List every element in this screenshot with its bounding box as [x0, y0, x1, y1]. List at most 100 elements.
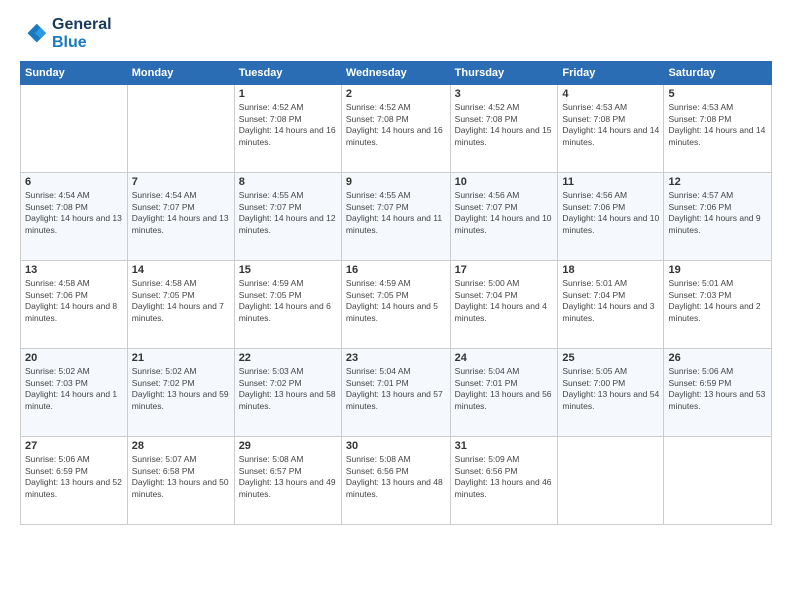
day-number: 5 [668, 88, 767, 100]
calendar-cell: 24 Sunrise: 5:04 AM Sunset: 7:01 PM Dayli… [450, 349, 558, 437]
day-info: Sunrise: 4:56 AM Sunset: 7:06 PM Dayligh… [562, 190, 659, 236]
calendar-cell [127, 85, 234, 173]
weekday-header-wednesday: Wednesday [341, 62, 450, 85]
day-number: 8 [239, 176, 337, 188]
day-info: Sunrise: 4:53 AM Sunset: 7:08 PM Dayligh… [668, 102, 767, 148]
day-info: Sunrise: 5:01 AM Sunset: 7:03 PM Dayligh… [668, 278, 767, 324]
day-info: Sunrise: 5:05 AM Sunset: 7:00 PM Dayligh… [562, 366, 659, 412]
day-info: Sunrise: 5:03 AM Sunset: 7:02 PM Dayligh… [239, 366, 337, 412]
week-row-1: 1 Sunrise: 4:52 AM Sunset: 7:08 PM Daylig… [21, 85, 772, 173]
calendar-cell: 25 Sunrise: 5:05 AM Sunset: 7:00 PM Dayli… [558, 349, 664, 437]
day-info: Sunrise: 4:57 AM Sunset: 7:06 PM Dayligh… [668, 190, 767, 236]
calendar-cell: 12 Sunrise: 4:57 AM Sunset: 7:06 PM Dayli… [664, 173, 772, 261]
day-info: Sunrise: 5:04 AM Sunset: 7:01 PM Dayligh… [455, 366, 554, 412]
page: General Blue SundayMondayTuesdayWednesda… [0, 0, 792, 612]
calendar-cell: 13 Sunrise: 4:58 AM Sunset: 7:06 PM Dayli… [21, 261, 128, 349]
weekday-header-thursday: Thursday [450, 62, 558, 85]
day-number: 28 [132, 440, 230, 452]
calendar-cell: 11 Sunrise: 4:56 AM Sunset: 7:06 PM Dayli… [558, 173, 664, 261]
calendar-cell: 17 Sunrise: 5:00 AM Sunset: 7:04 PM Dayli… [450, 261, 558, 349]
calendar-cell: 28Sunrise: 5:07 AM Sunset: 6:58 PM Dayli… [127, 437, 234, 525]
day-number: 10 [455, 176, 554, 188]
day-info: Sunrise: 5:04 AM Sunset: 7:01 PM Dayligh… [346, 366, 446, 412]
day-number: 14 [132, 264, 230, 276]
calendar-cell: 19 Sunrise: 5:01 AM Sunset: 7:03 PM Dayli… [664, 261, 772, 349]
day-number: 30 [346, 440, 446, 452]
day-number: 4 [562, 88, 659, 100]
day-info: Sunrise: 4:59 AM Sunset: 7:05 PM Dayligh… [239, 278, 337, 324]
calendar-cell: 16 Sunrise: 4:59 AM Sunset: 7:05 PM Dayli… [341, 261, 450, 349]
day-info: Sunrise: 5:08 AM Sunset: 6:56 PM Dayligh… [346, 454, 446, 500]
calendar-cell: 31 Sunrise: 5:09 AM Sunset: 6:56 PM Dayli… [450, 437, 558, 525]
calendar-cell: 14 Sunrise: 4:58 AM Sunset: 7:05 PM Dayli… [127, 261, 234, 349]
day-info: Sunrise: 4:52 AM Sunset: 7:08 PM Dayligh… [455, 102, 554, 148]
logo-icon [20, 20, 48, 48]
day-info: Sunrise: 5:09 AM Sunset: 6:56 PM Dayligh… [455, 454, 554, 500]
day-info: Sunrise: 5:02 AM Sunset: 7:03 PM Dayligh… [25, 366, 123, 412]
calendar-cell: 4Sunrise: 4:53 AM Sunset: 7:08 PM Daylig… [558, 85, 664, 173]
day-number: 16 [346, 264, 446, 276]
day-number: 9 [346, 176, 446, 188]
day-number: 31 [455, 440, 554, 452]
calendar-cell: 27 Sunrise: 5:06 AM Sunset: 6:59 PM Dayli… [21, 437, 128, 525]
day-number: 19 [668, 264, 767, 276]
day-info: Sunrise: 4:52 AM Sunset: 7:08 PM Dayligh… [346, 102, 446, 148]
day-number: 7 [132, 176, 230, 188]
calendar-cell: 7 Sunrise: 4:54 AM Sunset: 7:07 PM Daylig… [127, 173, 234, 261]
day-number: 21 [132, 352, 230, 364]
logo: General Blue [20, 16, 112, 51]
day-number: 6 [25, 176, 123, 188]
week-row-2: 6Sunrise: 4:54 AM Sunset: 7:08 PM Daylig… [21, 173, 772, 261]
day-info: Sunrise: 4:58 AM Sunset: 7:06 PM Dayligh… [25, 278, 123, 324]
calendar-cell: 10Sunrise: 4:56 AM Sunset: 7:07 PM Dayli… [450, 173, 558, 261]
day-number: 22 [239, 352, 337, 364]
day-number: 3 [455, 88, 554, 100]
calendar-cell: 5 Sunrise: 4:53 AM Sunset: 7:08 PM Daylig… [664, 85, 772, 173]
calendar-cell: 23 Sunrise: 5:04 AM Sunset: 7:01 PM Dayli… [341, 349, 450, 437]
calendar-cell: 30 Sunrise: 5:08 AM Sunset: 6:56 PM Dayli… [341, 437, 450, 525]
day-number: 11 [562, 176, 659, 188]
day-info: Sunrise: 5:06 AM Sunset: 6:59 PM Dayligh… [25, 454, 123, 500]
day-info: Sunrise: 5:01 AM Sunset: 7:04 PM Dayligh… [562, 278, 659, 324]
calendar-cell: 18Sunrise: 5:01 AM Sunset: 7:04 PM Dayli… [558, 261, 664, 349]
calendar-cell [558, 437, 664, 525]
calendar-cell: 1Sunrise: 4:52 AM Sunset: 7:08 PM Daylig… [234, 85, 341, 173]
calendar-cell [21, 85, 128, 173]
calendar-cell: 3 Sunrise: 4:52 AM Sunset: 7:08 PM Daylig… [450, 85, 558, 173]
day-number: 1 [239, 88, 337, 100]
day-info: Sunrise: 4:55 AM Sunset: 7:07 PM Dayligh… [346, 190, 446, 236]
day-info: Sunrise: 5:00 AM Sunset: 7:04 PM Dayligh… [455, 278, 554, 324]
day-info: Sunrise: 5:08 AM Sunset: 6:57 PM Dayligh… [239, 454, 337, 500]
day-number: 26 [668, 352, 767, 364]
day-number: 12 [668, 176, 767, 188]
day-number: 20 [25, 352, 123, 364]
calendar-cell [664, 437, 772, 525]
day-number: 23 [346, 352, 446, 364]
week-row-5: 27 Sunrise: 5:06 AM Sunset: 6:59 PM Dayli… [21, 437, 772, 525]
weekday-header-monday: Monday [127, 62, 234, 85]
calendar-cell: 29 Sunrise: 5:08 AM Sunset: 6:57 PM Dayli… [234, 437, 341, 525]
day-number: 13 [25, 264, 123, 276]
weekday-header-friday: Friday [558, 62, 664, 85]
calendar-cell: 15Sunrise: 4:59 AM Sunset: 7:05 PM Dayli… [234, 261, 341, 349]
day-info: Sunrise: 4:55 AM Sunset: 7:07 PM Dayligh… [239, 190, 337, 236]
week-row-4: 20 Sunrise: 5:02 AM Sunset: 7:03 PM Dayli… [21, 349, 772, 437]
calendar-cell: 9 Sunrise: 4:55 AM Sunset: 7:07 PM Daylig… [341, 173, 450, 261]
day-info: Sunrise: 4:54 AM Sunset: 7:07 PM Dayligh… [132, 190, 230, 236]
day-info: Sunrise: 4:58 AM Sunset: 7:05 PM Dayligh… [132, 278, 230, 324]
calendar-cell: 21 Sunrise: 5:02 AM Sunset: 7:02 PM Dayli… [127, 349, 234, 437]
day-number: 27 [25, 440, 123, 452]
day-info: Sunrise: 4:59 AM Sunset: 7:05 PM Dayligh… [346, 278, 446, 324]
calendar-cell: 26 Sunrise: 5:06 AM Sunset: 6:59 PM Dayli… [664, 349, 772, 437]
day-number: 29 [239, 440, 337, 452]
day-number: 17 [455, 264, 554, 276]
week-row-3: 13 Sunrise: 4:58 AM Sunset: 7:06 PM Dayli… [21, 261, 772, 349]
weekday-header-sunday: Sunday [21, 62, 128, 85]
day-info: Sunrise: 5:02 AM Sunset: 7:02 PM Dayligh… [132, 366, 230, 412]
calendar-cell: 2Sunrise: 4:52 AM Sunset: 7:08 PM Daylig… [341, 85, 450, 173]
calendar-cell: 20 Sunrise: 5:02 AM Sunset: 7:03 PM Dayli… [21, 349, 128, 437]
day-number: 25 [562, 352, 659, 364]
day-number: 24 [455, 352, 554, 364]
calendar-cell: 22 Sunrise: 5:03 AM Sunset: 7:02 PM Dayli… [234, 349, 341, 437]
day-info: Sunrise: 5:06 AM Sunset: 6:59 PM Dayligh… [668, 366, 767, 412]
